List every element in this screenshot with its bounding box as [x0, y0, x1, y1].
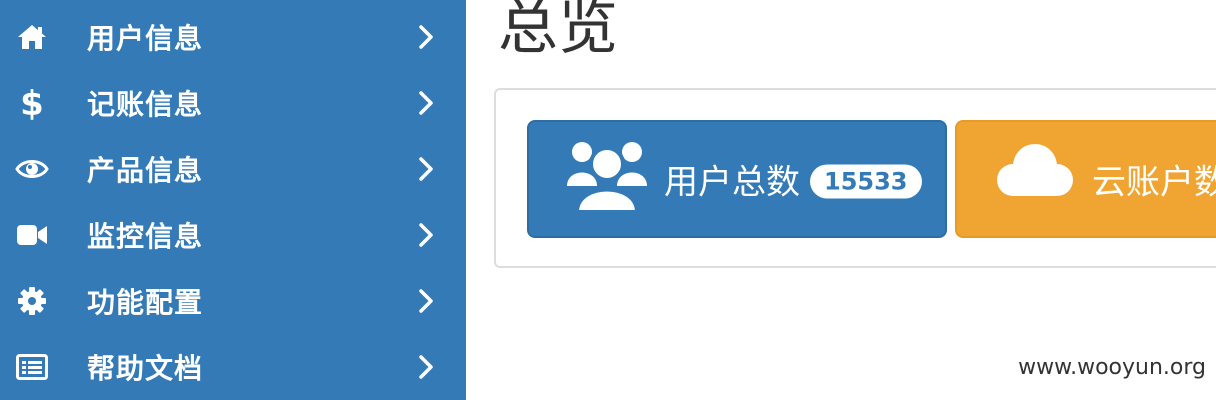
- chevron-right-icon: [419, 355, 433, 379]
- cloud-account-count-button[interactable]: 云账户数: [955, 120, 1216, 238]
- sidebar-item-monitor-info[interactable]: 监控信息: [0, 202, 466, 268]
- eye-icon: [14, 151, 50, 187]
- chevron-right-icon: [419, 289, 433, 313]
- sidebar-item-label: 产品信息: [87, 154, 204, 187]
- sidebar: 用户信息 $ 记账信息 产品信息 监控信息 功能配置 帮助文档: [0, 0, 466, 400]
- chevron-right-icon: [419, 91, 433, 115]
- user-count-button[interactable]: 用户总数 15533: [527, 120, 947, 238]
- dollar-icon: $: [14, 85, 50, 121]
- svg-text:$: $: [20, 85, 44, 121]
- sidebar-item-label: 用户信息: [87, 22, 204, 55]
- chevron-right-icon: [419, 223, 433, 247]
- user-count-label: 用户总数 15533: [664, 155, 922, 204]
- sidebar-item-label: 记账信息: [87, 88, 204, 121]
- sidebar-item-accounting-info[interactable]: $ 记账信息: [0, 70, 466, 136]
- watermark-text: www.wooyun.org: [1018, 355, 1206, 380]
- overview-panel: 用户总数 15533 云账户数: [494, 88, 1216, 268]
- sidebar-item-label: 功能配置: [87, 286, 204, 319]
- video-camera-icon: [14, 217, 50, 253]
- sidebar-item-function-config[interactable]: 功能配置: [0, 268, 466, 334]
- sidebar-item-help-docs[interactable]: 帮助文档: [0, 334, 466, 400]
- users-icon: [567, 138, 647, 218]
- sidebar-item-label: 监控信息: [87, 220, 204, 253]
- sidebar-item-product-info[interactable]: 产品信息: [0, 136, 466, 202]
- gear-icon: [14, 283, 50, 319]
- home-icon: [14, 19, 50, 55]
- page-title: 总览: [498, 0, 618, 63]
- chevron-right-icon: [419, 157, 433, 181]
- cloud-icon: [995, 142, 1075, 206]
- chevron-right-icon: [419, 25, 433, 49]
- cloud-account-count-label: 云账户数: [1092, 162, 1216, 203]
- sidebar-item-user-info[interactable]: 用户信息: [0, 4, 466, 70]
- sidebar-item-label: 帮助文档: [87, 352, 204, 385]
- user-count-badge: 15533: [810, 164, 922, 198]
- list-icon: [14, 349, 50, 385]
